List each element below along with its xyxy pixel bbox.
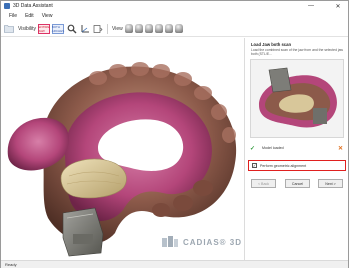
- jaw-scan-model: [7, 62, 237, 257]
- view-front-tooth-icon[interactable]: [124, 24, 133, 33]
- menu-bar: File Edit View: [1, 12, 348, 20]
- status-row: ✓ Model loaded ✕: [250, 144, 344, 152]
- axis-icon[interactable]: [80, 24, 90, 34]
- screenshot-icon[interactable]: [93, 24, 103, 34]
- window-title: 3D Data Assistant: [13, 3, 53, 9]
- search-icon[interactable]: [67, 24, 77, 34]
- cadias-logo-icon: [162, 236, 178, 247]
- close-button[interactable]: ✕: [331, 1, 345, 11]
- remove-icon[interactable]: ✕: [338, 145, 343, 152]
- app-icon: [4, 3, 10, 9]
- scan-preview-image: [250, 59, 344, 138]
- geometric-alignment-label: Perform geometric alignment: [260, 163, 307, 168]
- cancel-button[interactable]: Cancel: [285, 179, 310, 188]
- view-label: View: [111, 25, 123, 32]
- status-bar: Ready: [1, 260, 348, 268]
- title-bar: 3D Data Assistant — ✕: [1, 1, 348, 11]
- brand-text: CADIAS® 3D: [183, 237, 243, 247]
- menu-file[interactable]: File: [9, 13, 17, 19]
- minimize-button[interactable]: —: [304, 1, 318, 11]
- next-button[interactable]: Next >: [318, 179, 343, 188]
- 3d-viewport[interactable]: [3, 38, 244, 260]
- toolbar: Visibility ENTIRE JAW BOTH ARCHES View: [1, 21, 348, 37]
- visibility-entire-jaw-toggle[interactable]: ENTIRE JAW: [37, 23, 50, 34]
- step-title: Load Jaw both scan: [251, 42, 292, 47]
- brand-watermark: CADIAS® 3D: [161, 235, 242, 249]
- geometric-alignment-option[interactable]: ✓ Perform geometric alignment: [248, 160, 346, 171]
- back-button[interactable]: < Back: [251, 179, 276, 188]
- folder-icon[interactable]: [4, 24, 14, 34]
- view-right-tooth-icon[interactable]: [144, 24, 153, 33]
- assistant-panel: Load Jaw both scan Load the combined sca…: [244, 38, 348, 260]
- view-back-tooth-icon[interactable]: [174, 24, 183, 33]
- visibility-label: Visibility: [18, 25, 36, 32]
- geometric-alignment-checkbox[interactable]: ✓: [252, 163, 257, 168]
- view-top-tooth-icon[interactable]: [154, 24, 163, 33]
- status-text: Model loaded: [262, 146, 284, 150]
- visibility-both-arches-toggle[interactable]: BOTH ARCHES: [52, 23, 64, 34]
- toolbar-separator: [106, 23, 108, 34]
- menu-view[interactable]: View: [42, 13, 53, 19]
- step-description: Load the combined scan of the jaw from a…: [251, 48, 343, 57]
- checkmark-icon: ✓: [250, 145, 256, 152]
- view-left-tooth-icon[interactable]: [134, 24, 143, 33]
- status-bar-text: Ready: [5, 262, 17, 267]
- app-window: 3D Data Assistant — ✕ File Edit View Vis…: [0, 0, 349, 268]
- view-bottom-tooth-icon[interactable]: [164, 24, 173, 33]
- menu-edit[interactable]: Edit: [25, 13, 34, 19]
